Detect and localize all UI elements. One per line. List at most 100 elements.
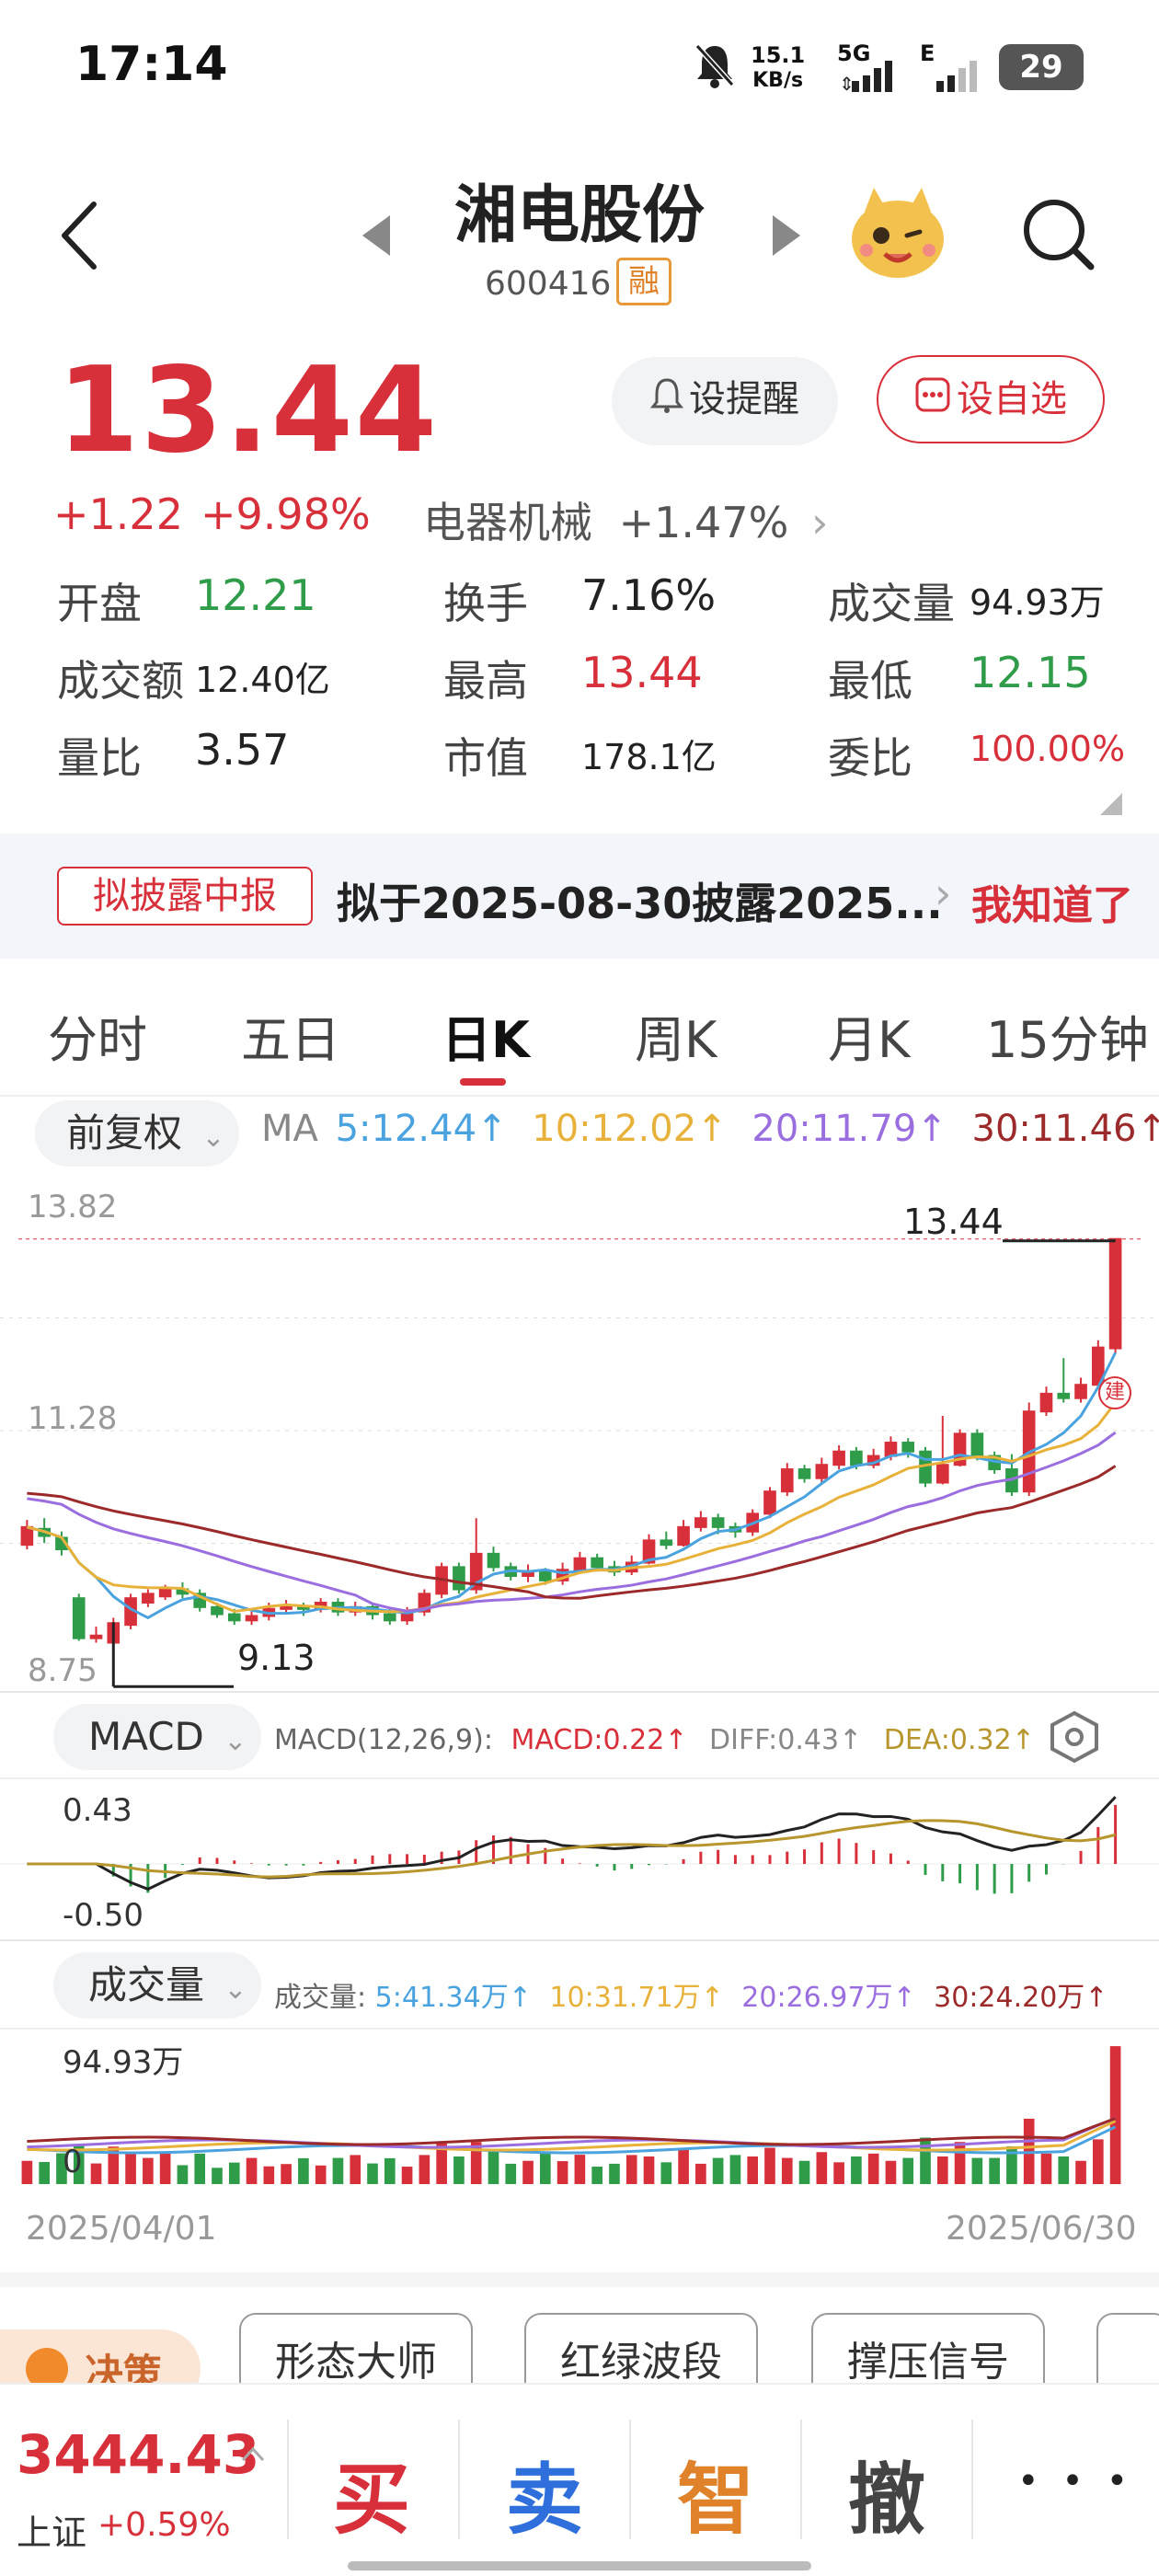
- divider: [0, 1691, 1159, 1693]
- volume-bar: [470, 2142, 482, 2184]
- volume-bar: [729, 2155, 741, 2184]
- smart-button[interactable]: 智: [677, 2438, 754, 2549]
- dea-line: [27, 1819, 1116, 1879]
- tab-2[interactable]: 日K: [442, 999, 530, 1072]
- tab-4[interactable]: 月K: [828, 999, 910, 1072]
- divider: [458, 2420, 460, 2539]
- volume-bar: [867, 2153, 879, 2184]
- dea-value: DEA:0.32↑: [883, 1724, 1035, 1756]
- candle-body: [158, 1588, 172, 1598]
- date-end: 2025/06/30: [946, 2210, 1137, 2248]
- candle-body: [780, 1468, 794, 1493]
- set-reminder-button[interactable]: 设提醒: [612, 357, 838, 445]
- candle-body: [677, 1525, 690, 1547]
- margin-badge: 融: [616, 258, 671, 305]
- signal-icon-2: [936, 61, 977, 92]
- add-watchlist-button[interactable]: 设自选: [877, 355, 1105, 443]
- candle-body: [935, 1464, 949, 1484]
- vol-ma5: 5:41.34万↑: [374, 1982, 532, 2014]
- macd-chart[interactable]: [0, 1779, 1159, 1936]
- kline-axis-top: 13.82: [28, 1189, 118, 1225]
- tab-3[interactable]: 周K: [635, 999, 717, 1072]
- search-icon[interactable]: [1019, 195, 1096, 272]
- more-menu-button[interactable]: • • •: [1017, 2460, 1133, 2502]
- volume-bar: [177, 2165, 189, 2184]
- tab-0[interactable]: 分时: [48, 999, 147, 1072]
- stat-label: 最低: [828, 656, 912, 706]
- disclosure-text: 拟于2025-08-30披露2025...: [337, 879, 943, 928]
- settings-hex-icon[interactable]: [1049, 1709, 1100, 1765]
- stat-label: 成交量: [828, 579, 955, 628]
- volume-legend: 成交量: 5:41.34万↑ 10:31.71万↑ 20:26.97万↑ 30:…: [274, 1974, 1107, 2015]
- volume-bar: [625, 2155, 637, 2184]
- tab-5[interactable]: 15分钟: [986, 999, 1149, 1072]
- kline-chart[interactable]: [0, 1178, 1159, 1693]
- home-indicator: [348, 2561, 811, 2570]
- volume-bar: [936, 2156, 948, 2184]
- volume-bar: [419, 2155, 430, 2184]
- net-speed-value: 15.1: [751, 42, 806, 68]
- chevron-down-icon: ⌄: [224, 1725, 247, 1757]
- acknowledge-button[interactable]: 我知道了: [971, 872, 1133, 931]
- set-reminder-label: 设提醒: [689, 378, 799, 420]
- volume-bar: [954, 2142, 966, 2184]
- volume-bar: [143, 2157, 154, 2184]
- divider: [971, 2420, 973, 2539]
- candle-body: [245, 1615, 258, 1622]
- index-value[interactable]: 3444.43: [17, 2423, 259, 2486]
- bell-icon: [649, 359, 684, 443]
- candle-body: [1057, 1392, 1071, 1399]
- ma20-value: 20:11.79↑: [752, 1108, 947, 1150]
- volume-bar: [315, 2165, 327, 2184]
- stat-value: 7.16%: [581, 570, 717, 620]
- ma10-line: [27, 1401, 1117, 1614]
- volume-select[interactable]: 成交量 ⌄: [53, 1952, 261, 2018]
- cancel-order-button[interactable]: 撤: [848, 2438, 925, 2549]
- candle-body: [453, 1566, 465, 1591]
- stat-label: 量比: [57, 733, 142, 783]
- tab-1[interactable]: 五日: [241, 999, 340, 1072]
- buy-button[interactable]: 买: [333, 2438, 410, 2549]
- date-start: 2025/04/01: [26, 2210, 217, 2248]
- next-stock-icon[interactable]: [771, 213, 802, 258]
- volume-ma-line: [27, 2117, 1117, 2149]
- disclosure-banner[interactable]: 拟披露中报 拟于2025-08-30披露2025... › 我知道了: [0, 834, 1159, 959]
- diff-value: DIFF:0.43↑: [709, 1724, 863, 1756]
- chevron-up-icon[interactable]: [241, 2445, 265, 2462]
- volume-bar: [695, 2163, 706, 2184]
- volume-bar: [591, 2167, 602, 2184]
- macd-axis-bottom: -0.50: [63, 1897, 143, 1934]
- stat-label: 开盘: [57, 579, 142, 628]
- ma-legend: MA 5:12.44↑ 10:12.02↑ 20:11.79↑ 30:11.46…: [261, 1108, 1159, 1150]
- active-tab-indicator: [460, 1078, 506, 1086]
- build-position-marker[interactable]: 建: [1098, 1376, 1131, 1409]
- mascot-avatar-icon[interactable]: [846, 184, 949, 282]
- volume-bar: [194, 2153, 206, 2184]
- candle-body: [901, 1442, 915, 1453]
- expand-corner-icon[interactable]: [1100, 793, 1122, 815]
- volume-bar: [660, 2162, 672, 2184]
- divider: [629, 2420, 631, 2539]
- volume-bar: [609, 2163, 620, 2184]
- divider: [287, 2420, 289, 2539]
- volume-bar: [505, 2163, 517, 2184]
- candle-body: [884, 1442, 898, 1457]
- sell-button[interactable]: 卖: [506, 2438, 583, 2549]
- sector-link[interactable]: 电器机械 +1.47% ›: [423, 489, 828, 550]
- candle-body: [694, 1517, 707, 1528]
- volume-bar: [281, 2164, 292, 2184]
- stat-value: 12.40亿: [195, 660, 330, 700]
- adjust-label: 前复权: [66, 1110, 183, 1156]
- macd-select[interactable]: MACD ⌄: [53, 1704, 261, 1770]
- volume-bar: [989, 2157, 1000, 2184]
- stat-label: 最高: [443, 656, 528, 706]
- candle-body: [20, 1525, 34, 1547]
- macd-value: MACD:0.22↑: [511, 1724, 688, 1756]
- ma30-line: [27, 1465, 1117, 1600]
- candle-body: [72, 1597, 86, 1639]
- adjust-select[interactable]: 前复权 ⌄: [35, 1100, 239, 1167]
- candle-body: [591, 1557, 603, 1569]
- volume-bar: [246, 2157, 258, 2184]
- sector-name: 电器机械: [423, 498, 592, 547]
- volume-bar: [39, 2162, 50, 2184]
